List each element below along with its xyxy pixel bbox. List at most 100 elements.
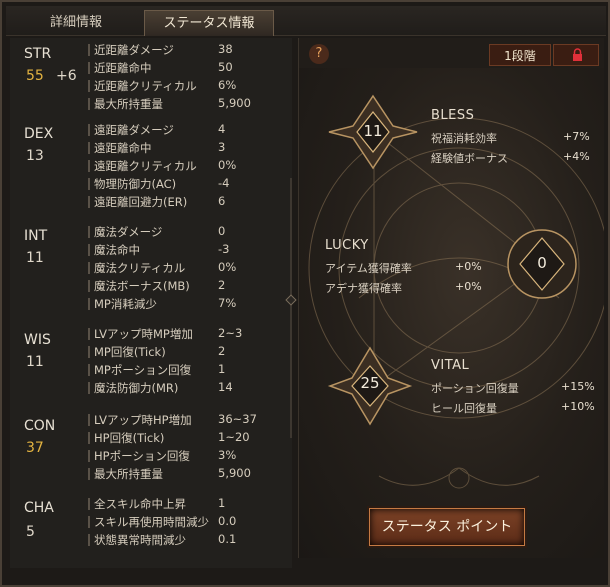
help-icon[interactable]: ? (309, 44, 329, 64)
stat-row-label: MP消耗減少 (94, 297, 157, 311)
stat-row: 遠距離ダメージ 4 (88, 122, 288, 138)
tab-status-info[interactable]: ステータス情報 (144, 10, 274, 36)
stat-value: 13 (26, 148, 44, 164)
lucky-points: 0 (537, 254, 547, 272)
stat-row-value: 0.1 (218, 532, 237, 546)
stat-row-value: 50 (218, 60, 233, 74)
stat-row: 魔法ボーナス(MB) 2 (88, 278, 288, 294)
stat-row-value: 14 (218, 380, 233, 394)
stat-row-label: 最大所持重量 (94, 467, 163, 481)
stat-row: 物理防御力(AC) -4 (88, 176, 288, 192)
stat-row-label: 魔法クリティカル (94, 261, 186, 275)
stat-row: HP回復(Tick) 1~20 (88, 430, 288, 446)
vital-row-label: ヒール回復量 (431, 402, 497, 415)
stat-row-value: 6% (218, 78, 237, 92)
tab-details[interactable]: 詳細情報 (26, 10, 126, 36)
stat-row-value: 7% (218, 296, 237, 310)
stat-row-label: HPポーション回復 (94, 449, 190, 463)
status-window: 詳細情報 ステータス情報 STR 55 +6 近距離ダメージ 38 近距離命中 50… (0, 0, 610, 587)
stat-value: 55 (26, 68, 44, 84)
stat-row-label: 遠距離回避力(ER) (94, 195, 188, 209)
stat-row-label: 遠距離命中 (94, 141, 152, 155)
stat-row: 近距離命中 50 (88, 60, 288, 76)
stat-row: スキル再使用時間減少 0.0 (88, 514, 288, 530)
stat-row-value: 0% (218, 158, 237, 172)
stat-row-value: 1 (218, 362, 226, 376)
lucky-title: LUCKY (325, 238, 369, 253)
stat-row: 全スキル命中上昇 1 (88, 496, 288, 512)
stat-value: 11 (26, 250, 44, 266)
stat-row-value: 2~3 (218, 326, 243, 340)
stat-row: 近距離ダメージ 38 (88, 42, 288, 58)
stat-row-label: 近距離クリティカル (94, 79, 197, 93)
stat-row: 魔法ダメージ 0 (88, 224, 288, 240)
bless-points: 11 (363, 122, 383, 140)
lock-icon (573, 48, 582, 61)
stat-row-value: 5,900 (218, 466, 251, 480)
scrollbar-track[interactable] (290, 178, 292, 438)
stat-row-value: 36~37 (218, 412, 257, 426)
lock-button[interactable] (553, 44, 599, 66)
vital-title: VITAL (431, 358, 470, 373)
stat-row: 最大所持重量 5,900 (88, 96, 288, 112)
tab-bar: 詳細情報 ステータス情報 (6, 6, 606, 36)
stat-row-label: 近距離命中 (94, 61, 152, 75)
stat-value: 11 (26, 354, 44, 370)
stat-row-label: MPポーション回復 (94, 363, 192, 377)
bless-row-label: 経験値ボーナス (431, 152, 508, 165)
stat-row-value: 3 (218, 140, 226, 154)
stat-row-label: 全スキル命中上昇 (94, 497, 186, 511)
stage-badge: 1段階 (489, 44, 551, 66)
stat-row-value: 1 (218, 496, 226, 510)
stat-row-label: 状態異常時間減少 (94, 533, 186, 547)
stat-row-value: 3% (218, 448, 237, 462)
vital-row-value: +10% (561, 400, 595, 413)
stat-row-label: スキル再使用時間減少 (94, 515, 209, 529)
stat-row-label: 魔法ボーナス(MB) (94, 279, 190, 293)
stat-name: INT (24, 228, 48, 244)
status-points-button[interactable]: ステータス ポイント (369, 508, 525, 546)
stat-name: CON (24, 418, 56, 434)
stat-row-value: 38 (218, 42, 233, 56)
stat-row: 魔法防御力(MR) 14 (88, 380, 288, 396)
vital-points: 25 (360, 374, 380, 392)
stat-row: MP回復(Tick) 2 (88, 344, 288, 360)
stat-row-label: LVアップ時HP増加 (94, 413, 192, 427)
stat-row: MPポーション回復 1 (88, 362, 288, 378)
stat-value: 5 (26, 524, 35, 540)
lucky-row-label: アイテム獲得確率 (325, 262, 412, 275)
stat-row-value: -4 (218, 176, 230, 190)
stat-row-value: -3 (218, 242, 230, 256)
stat-row-value: 5,900 (218, 96, 251, 110)
stat-row-label: 最大所持重量 (94, 97, 163, 111)
stat-row-value: 2 (218, 278, 226, 292)
stat-row: 遠距離回避力(ER) 6 (88, 194, 288, 210)
stat-row: LVアップ時MP増加 2~3 (88, 326, 288, 342)
stat-row-label: 近距離ダメージ (94, 43, 174, 57)
stat-row-label: 遠距離ダメージ (94, 123, 174, 137)
stat-row: 最大所持重量 5,900 (88, 466, 288, 482)
bless-row-value: +7% (563, 130, 590, 143)
stat-row-label: HP回復(Tick) (94, 431, 165, 445)
stat-bonus: +6 (56, 68, 77, 84)
stat-row: 近距離クリティカル 6% (88, 78, 288, 94)
status-point-panel: ? 1段階 11 0 25 BLESS 祝福消耗効率 +7% 経験値ボーナス +… (298, 38, 604, 558)
stat-row-value: 6 (218, 194, 226, 208)
vital-row-label: ポーション回復量 (431, 382, 519, 395)
stat-row-value: 0 (218, 224, 226, 238)
lucky-row-label: アデナ獲得確率 (325, 282, 402, 295)
stat-row: LVアップ時HP増加 36~37 (88, 412, 288, 428)
stat-value: 37 (26, 440, 44, 456)
stat-row: 魔法命中 -3 (88, 242, 288, 258)
lucky-row-value: +0% (455, 280, 482, 293)
stat-row-label: 物理防御力(AC) (94, 177, 177, 191)
stat-name: STR (24, 46, 52, 62)
stat-row: 魔法クリティカル 0% (88, 260, 288, 276)
stats-panel: STR 55 +6 近距離ダメージ 38 近距離命中 50 近距離クリティカル 6% … (10, 38, 297, 568)
bless-row-value: +4% (563, 150, 590, 163)
stat-row-value: 4 (218, 122, 226, 136)
stat-row-label: 魔法ダメージ (94, 225, 163, 239)
bless-title: BLESS (431, 108, 475, 123)
stat-row: MP消耗減少 7% (88, 296, 288, 312)
stat-row-label: 魔法命中 (94, 243, 140, 257)
